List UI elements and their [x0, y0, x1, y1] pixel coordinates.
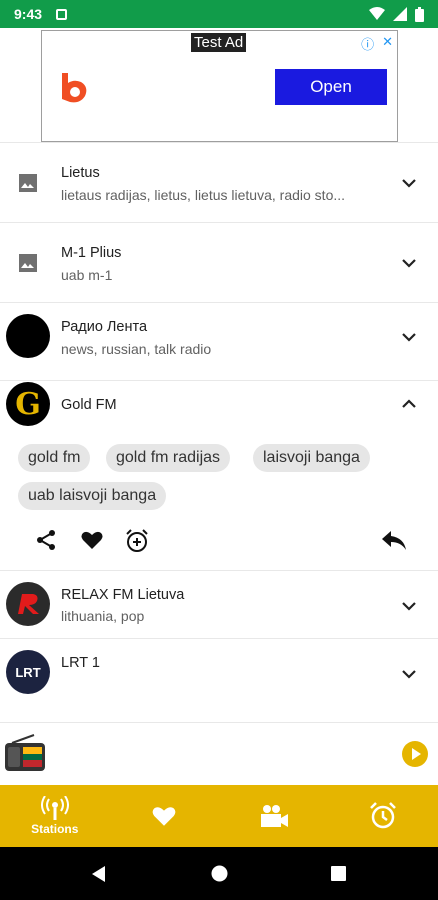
tag-chip[interactable]: uab laisvoji banga	[18, 482, 167, 510]
station-logo: LRT	[6, 650, 50, 694]
station-tags: lietaus radijas, lietus, lietus lietuva,…	[61, 187, 346, 203]
station-logo: G	[6, 382, 50, 426]
station-actions	[0, 528, 438, 558]
ad-label: Test Ad	[191, 33, 247, 52]
play-icon[interactable]	[401, 740, 429, 768]
station-tags: uab m-1	[61, 267, 113, 283]
nav-label: Stations	[31, 822, 79, 836]
station-tags: lithuania, pop	[61, 608, 145, 624]
station-name: Радио Лента	[61, 319, 148, 335]
battery-icon	[415, 6, 424, 22]
bottom-nav: Stations	[0, 785, 438, 847]
back-icon[interactable]	[90, 865, 106, 883]
status-time: 9:43	[14, 6, 43, 22]
info-icon[interactable]: ⓘ	[361, 34, 374, 53]
ad-info-icons[interactable]: ⓘ ✕	[361, 34, 393, 53]
nav-favorites[interactable]	[110, 785, 220, 847]
station-row[interactable]: M-1 Plius uab m-1	[0, 222, 438, 302]
station-row[interactable]: LRT LRT 1	[0, 638, 438, 720]
station-name: M-1 Plius	[61, 245, 122, 261]
station-tags: news, russian, talk radio	[61, 341, 212, 357]
alarm-clock-icon	[370, 802, 397, 829]
station-row[interactable]: Радио Лента news, russian, talk radio	[0, 302, 438, 380]
recents-icon[interactable]	[331, 866, 346, 881]
chevron-down-icon[interactable]	[400, 328, 418, 346]
tag-chip[interactable]: gold fm	[18, 444, 91, 472]
wifi-icon	[369, 7, 385, 20]
alarm-add-icon[interactable]	[124, 528, 150, 554]
radio-tower-icon	[40, 796, 69, 820]
gold-fm-logo: G	[15, 386, 41, 422]
heart-icon[interactable]	[80, 528, 104, 552]
ad-banner[interactable]: Test Ad ⓘ ✕ Open	[41, 30, 398, 142]
station-name: LRT 1	[61, 655, 100, 671]
system-nav-bar	[0, 847, 438, 900]
station-logo	[6, 582, 50, 626]
signal-icon	[393, 7, 407, 21]
reply-icon[interactable]	[380, 528, 408, 552]
chevron-down-icon[interactable]	[400, 597, 418, 615]
station-logo	[6, 314, 50, 358]
close-icon[interactable]: ✕	[382, 34, 393, 53]
chevron-up-icon[interactable]	[400, 395, 418, 413]
nav-video[interactable]	[219, 785, 329, 847]
nav-alarm[interactable]	[329, 785, 438, 847]
station-list: Lietus lietaus radijas, lietus, lietus l…	[0, 142, 438, 720]
ad-open-button[interactable]: Open	[275, 69, 387, 105]
share-icon[interactable]	[34, 528, 58, 552]
lrt-logo: LRT	[15, 664, 41, 680]
image-placeholder-icon	[19, 174, 37, 192]
chevron-down-icon[interactable]	[400, 174, 418, 192]
tag-chip[interactable]: gold fm radijas	[106, 444, 231, 472]
ad-logo-icon	[62, 73, 87, 103]
station-row[interactable]: Lietus lietaus radijas, lietus, lietus l…	[0, 142, 438, 222]
chevron-down-icon[interactable]	[400, 254, 418, 272]
chevron-down-icon[interactable]	[400, 665, 418, 683]
relax-fm-logo	[18, 594, 39, 614]
notification-icon	[56, 8, 68, 20]
station-row[interactable]: RELAX FM Lietuva lithuania, pop	[0, 570, 438, 638]
station-name: Lietus	[61, 165, 100, 181]
heart-icon	[152, 807, 176, 826]
image-placeholder-icon	[19, 254, 37, 272]
status-bar: 9:43	[0, 0, 438, 28]
player-bar[interactable]	[0, 722, 438, 784]
station-name: RELAX FM Lietuva	[61, 587, 185, 603]
station-name: Gold FM	[61, 397, 117, 413]
radio-flag-icon	[5, 734, 45, 771]
video-camera-icon	[260, 805, 288, 827]
home-icon[interactable]	[211, 865, 228, 882]
nav-stations[interactable]: Stations	[0, 785, 110, 847]
tag-chip[interactable]: laisvoji banga	[253, 444, 370, 472]
